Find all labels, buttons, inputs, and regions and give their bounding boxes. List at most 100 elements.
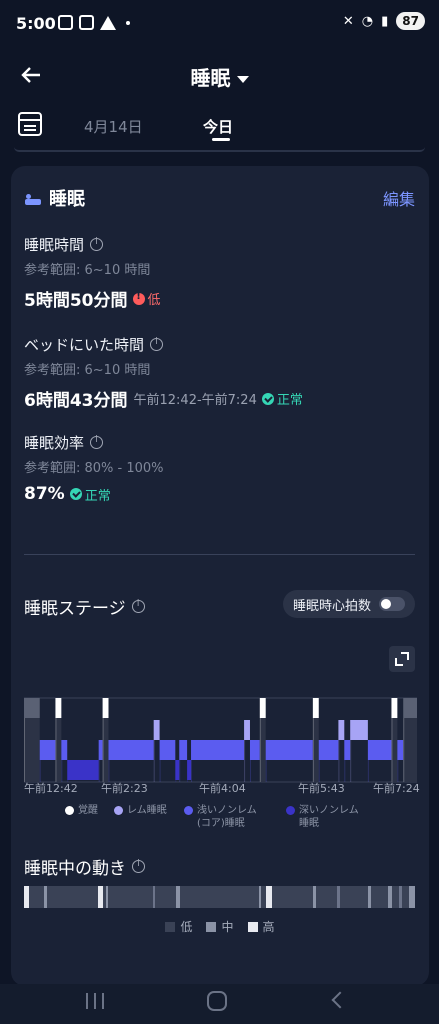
status-right: ✕ ◔ ▮ 87 (343, 12, 425, 30)
stage-segment (318, 740, 339, 760)
stage-connector (24, 718, 25, 782)
metric-ref: 参考範囲: 6~10 時間 (24, 263, 151, 278)
stage-connector (55, 718, 57, 782)
stage-connector (249, 760, 251, 782)
movement-mark (399, 886, 402, 908)
movement-mark (153, 886, 156, 908)
info-icon[interactable] (90, 237, 104, 251)
stage-connector (39, 760, 41, 782)
legend-item: レム睡眠 (114, 804, 167, 817)
stage-segment (39, 740, 56, 760)
metric-value: 87% (24, 484, 65, 504)
heart-rate-toggle[interactable]: 睡眠時心拍数 (282, 590, 415, 618)
stage-segment (98, 740, 103, 760)
movement-mark (24, 886, 29, 908)
nav-back-icon[interactable] (331, 991, 349, 1009)
stage-connector (108, 760, 110, 782)
stage-connector (159, 760, 161, 782)
check-icon (69, 488, 82, 500)
metric-label: ベッドにいた時間 (24, 336, 145, 354)
time-tick: 午前12:42 (24, 782, 78, 795)
check-icon (261, 392, 274, 405)
section-separator (14, 147, 425, 152)
movement-legend-mid: 中 (206, 918, 234, 935)
page-title-dropdown[interactable]: 睡眠 (0, 62, 439, 91)
stage-segment (265, 740, 313, 760)
stage-connector (102, 718, 104, 782)
stage-connector (244, 740, 246, 782)
screenshot-icon (58, 15, 73, 30)
status-badge: 正常 (69, 485, 111, 504)
stages-heading: 睡眠ステージ (24, 594, 145, 619)
expand-icon[interactable] (389, 646, 415, 672)
movement-legend-low: 低 (165, 918, 192, 935)
movement-bar (24, 886, 415, 908)
info-icon[interactable] (132, 859, 145, 873)
system-nav-bar (0, 984, 439, 1024)
stage-segment (338, 720, 345, 740)
toggle-switch[interactable] (379, 597, 405, 611)
metric-sleep-time: 睡眠時間 参考範囲: 6~10 時間 5時間50分間 低 (24, 234, 161, 311)
movement-mark (176, 886, 180, 908)
date-tab-today[interactable]: 今日 (203, 116, 233, 137)
time-tick: 午前4:04 (199, 782, 246, 795)
legend-dot (114, 806, 123, 815)
info-icon[interactable] (150, 337, 164, 351)
metric-label: 睡眠時間 (24, 236, 85, 254)
legend-swatch (165, 921, 176, 932)
time-tick: 午前2:23 (101, 782, 148, 795)
app-notification-icon (79, 15, 94, 30)
legend-dot (286, 806, 295, 815)
time-range: 午前12:42-午前7:24 (133, 393, 257, 408)
time-axis: 午前12:42 午前2:23 午前4:04 午前5:43 午前7:24 (11, 780, 429, 796)
stage-connector (312, 718, 314, 782)
stage-segment (312, 698, 319, 718)
edit-button[interactable]: 編集 (383, 186, 415, 210)
movement-mark (43, 886, 47, 908)
legend-swatch (247, 921, 258, 932)
calendar-icon[interactable] (18, 112, 42, 136)
stage-connector (259, 718, 261, 782)
info-icon[interactable] (131, 599, 145, 613)
stage-connector (179, 760, 181, 782)
stage-segment (179, 740, 188, 760)
mute-icon: ✕ (342, 13, 354, 29)
metric-ref: 参考範囲: 80% - 100% (24, 461, 164, 476)
stage-segment (249, 740, 260, 760)
stage-segment (187, 760, 192, 780)
movement-mark (98, 886, 103, 908)
date-selector: 4月14日 今日 (0, 104, 439, 148)
movement-mark (313, 886, 316, 908)
movement-mark (387, 886, 392, 908)
stage-segment (391, 698, 398, 718)
date-tab-prev[interactable]: 4月14日 (84, 116, 143, 137)
signal-icon: ▮ (381, 13, 389, 29)
card-header: 睡眠 (25, 184, 85, 212)
stage-segment (350, 720, 368, 740)
metric-time-in-bed: ベッドにいた時間 参考範囲: 6~10 時間 6時間43分間 午前12:42-午… (24, 334, 303, 411)
caret-down-icon (236, 76, 249, 83)
stage-segment (175, 760, 180, 780)
legend-dot (184, 806, 193, 815)
status-badge: 低 (132, 289, 161, 308)
movement-mark (106, 886, 109, 908)
stage-segment (191, 740, 245, 760)
stage-segment (108, 740, 154, 760)
sleep-card: 睡眠 編集 睡眠時間 参考範囲: 6~10 時間 5時間50分間 低 ベッドにい… (11, 166, 429, 986)
stage-segment (102, 698, 109, 718)
movement-mark (258, 886, 261, 908)
movement-mark (368, 886, 372, 908)
alert-icon (132, 291, 145, 305)
movement-legend-high: 高 (247, 918, 275, 935)
info-icon[interactable] (90, 435, 104, 449)
stage-connector (265, 760, 267, 782)
stage-legend: 覚醒 レム睡眠 浅いノンレム (コア)睡眠 深いノンレム 睡眠 (11, 804, 429, 834)
time-tick: 午前7:24 (373, 782, 420, 795)
page-title: 睡眠 (190, 66, 231, 90)
recent-apps-icon[interactable] (86, 993, 104, 1009)
home-icon[interactable] (207, 991, 227, 1011)
stage-segment (397, 740, 404, 760)
metric-sleep-efficiency: 睡眠効率 参考範囲: 80% - 100% 87% 正常 (24, 432, 164, 504)
stage-connector (98, 760, 100, 782)
active-tab-indicator (212, 138, 230, 141)
